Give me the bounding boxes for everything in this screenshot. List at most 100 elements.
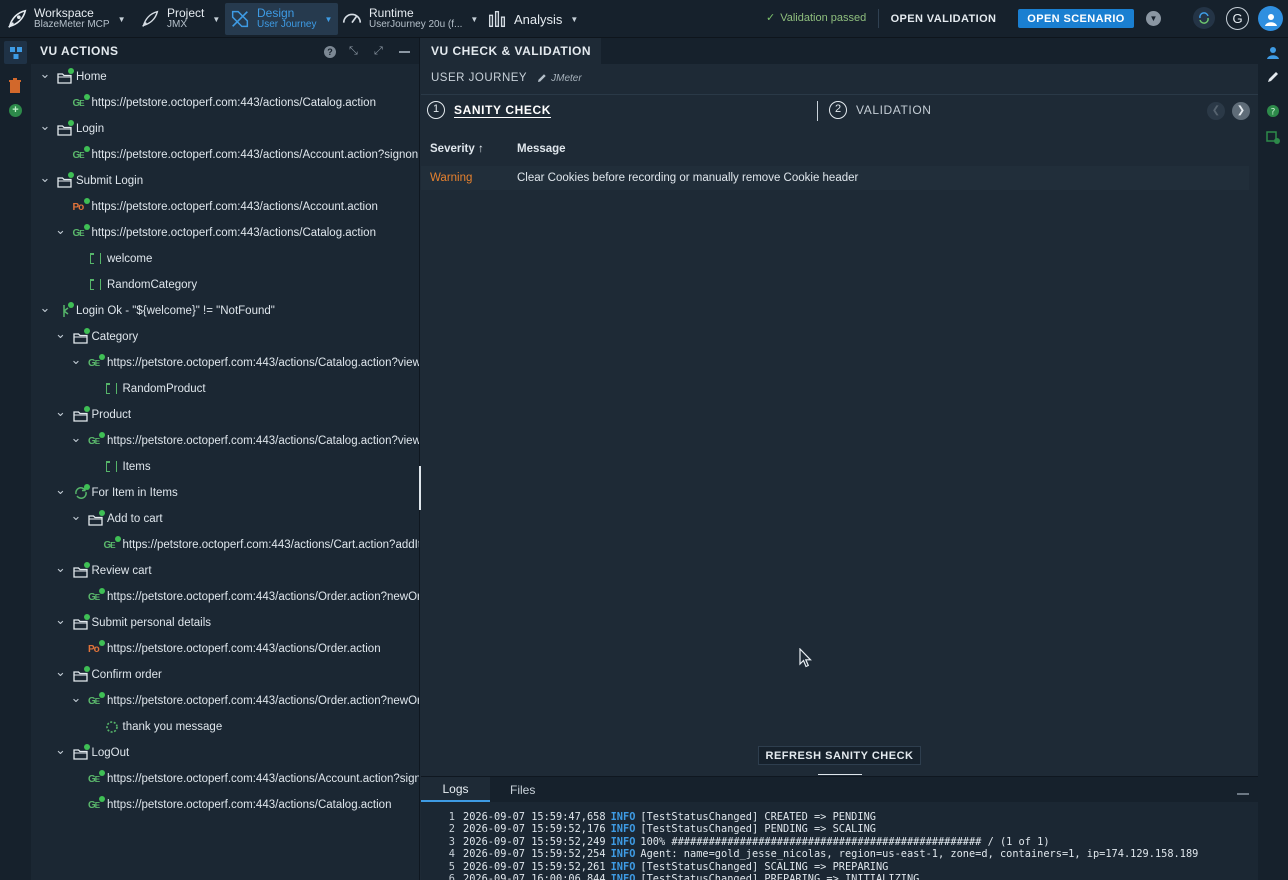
chevron-down-icon[interactable]: ⌄ <box>55 743 67 756</box>
pencil-icon[interactable] <box>1266 70 1280 84</box>
sync-status-icon[interactable] <box>1193 7 1215 29</box>
chevron-down-icon[interactable]: ⌄ <box>70 431 82 444</box>
chevron-down-icon[interactable]: ⌄ <box>39 301 51 314</box>
svg-text:?: ? <box>1271 108 1276 118</box>
table-row[interactable]: Warning Clear Cookies before recording o… <box>421 166 1249 190</box>
left-rail: + <box>0 38 31 880</box>
tree-item[interactable]: ⌄ LogOut <box>55 742 129 764</box>
add-icon[interactable]: + <box>9 104 22 117</box>
tab-files[interactable]: Files <box>498 777 547 802</box>
tree-item[interactable]: ⌄ Review cart <box>55 560 152 582</box>
log-timestamp: 2026-09-07 15:59:52,261 <box>463 860 606 873</box>
library-icon[interactable] <box>1266 130 1280 144</box>
get-request-icon: GE <box>88 432 105 449</box>
step-sanity-check[interactable]: 1 SANITY CHECK <box>427 101 551 119</box>
chevron-down-icon[interactable]: ⌄ <box>39 67 51 80</box>
tree-item[interactable]: GE https://petstore.octoperf.com:443/acti… <box>55 144 419 166</box>
tree-item[interactable]: Items <box>86 456 151 478</box>
tree-item[interactable]: ⌄ Login <box>39 118 104 140</box>
user-settings-icon[interactable] <box>1266 45 1280 59</box>
pencil-icon[interactable] <box>537 73 547 83</box>
tree-item[interactable]: ⌄ Submit Login <box>39 170 143 192</box>
help-icon[interactable]: ? <box>1266 104 1280 118</box>
analysis-selector[interactable]: Analysis ▼ <box>486 3 578 35</box>
next-step-button[interactable]: ❯ <box>1232 102 1250 120</box>
runtime-selector[interactable]: Runtime UserJourney 20u (f... ▼ <box>341 3 478 35</box>
expand-icon[interactable]: ⤢ <box>374 45 383 58</box>
tree-item[interactable]: ⌄ Submit personal details <box>55 612 211 634</box>
more-menu-icon[interactable]: ▼ <box>1146 11 1161 26</box>
log-level: INFO <box>610 848 636 861</box>
tree-item[interactable]: GE https://petstore.octoperf.com:443/acti… <box>55 92 376 114</box>
tree-item[interactable]: ⌄ Home <box>39 66 107 88</box>
design-selector[interactable]: Design User Journey ▼ <box>225 3 339 35</box>
tree-item[interactable]: RandomProduct <box>86 378 206 400</box>
step-validation[interactable]: 2 VALIDATION <box>829 101 932 119</box>
step-label: SANITY CHECK <box>454 103 551 117</box>
tree-item[interactable]: ⌄ Confirm order <box>55 664 162 686</box>
chevron-down-icon[interactable]: ⌄ <box>70 509 82 522</box>
open-scenario-button[interactable]: OPEN SCENARIO <box>1018 9 1134 28</box>
runtime-label: Runtime <box>369 6 414 20</box>
tree-item[interactable]: thank you message <box>86 716 222 738</box>
tree-item[interactable]: ⌄ Product <box>55 404 131 426</box>
avatar[interactable] <box>1258 6 1283 31</box>
tree-item-label: Submit Login <box>76 175 144 187</box>
trash-icon[interactable] <box>8 78 22 94</box>
tree-item[interactable]: GE https://petstore.octoperf.com:443/acti… <box>70 794 391 816</box>
tree-item[interactable]: ⌄ For Item in Items <box>55 482 178 504</box>
chevron-down-icon[interactable]: ⌄ <box>39 119 51 132</box>
mouse-cursor-icon <box>799 648 812 668</box>
tree-item[interactable]: welcome <box>70 248 152 270</box>
resize-grip[interactable] <box>818 774 862 775</box>
logs-panel: Logs Files 1 2026-09-07 15:59:47,658 INFO [… <box>421 776 1258 880</box>
chevron-down-icon[interactable]: ⌄ <box>55 327 67 340</box>
log-line: 4 2026-09-07 15:59:52,254 INFO Agent: name=… <box>421 848 1199 861</box>
tree-item[interactable]: Po https://petstore.octoperf.com:443/acti… <box>70 638 381 660</box>
tree-item[interactable]: RandomCategory <box>70 274 197 296</box>
log-line: 5 2026-09-07 15:59:52,261 INFO [TestStatusC… <box>421 861 1198 873</box>
tree-item[interactable]: GE https://petstore.octoperf.com:443/acti… <box>70 586 419 608</box>
chevron-down-icon[interactable]: ⌄ <box>70 691 82 704</box>
chevron-down-icon[interactable]: ⌄ <box>39 171 51 184</box>
tree-item[interactable]: ⌄ GE https://petstore.octoperf.com:443/act… <box>70 352 419 374</box>
help-icon[interactable]: ? <box>324 46 336 58</box>
column-severity[interactable]: Severity ↑ <box>430 143 484 155</box>
google-account-icon[interactable]: G <box>1226 7 1249 30</box>
column-message[interactable]: Message <box>517 143 566 155</box>
chevron-down-icon[interactable]: ⌄ <box>55 665 67 678</box>
collapse-all-icon[interactable]: ⤡ <box>349 45 358 58</box>
open-validation-button[interactable]: OPEN VALIDATION <box>878 9 1008 28</box>
minimize-icon[interactable] <box>399 51 410 53</box>
tab-logs[interactable]: Logs <box>421 777 490 802</box>
tree-item[interactable]: GE https://petstore.octoperf.com:443/acti… <box>86 534 419 556</box>
tab-vu-check-validation[interactable]: VU CHECK & VALIDATION <box>421 38 602 64</box>
chevron-down-icon[interactable]: ⌄ <box>55 483 67 496</box>
get-request-icon: GE <box>88 692 105 709</box>
log-timestamp: 2026-09-07 15:59:52,249 <box>463 835 606 848</box>
refresh-sanity-check-button[interactable]: REFRESH SANITY CHECK <box>758 746 921 765</box>
folder-icon <box>57 120 74 137</box>
tree-item[interactable]: ⌄ Category <box>55 326 138 348</box>
chevron-down-icon[interactable]: ⌄ <box>70 353 82 366</box>
tree-item[interactable]: ⌄ Add to cart <box>70 508 163 530</box>
tree-item[interactable]: ⌄ GE https://petstore.octoperf.com:443/act… <box>70 690 419 712</box>
previous-step-button[interactable]: ❮ <box>1207 102 1225 120</box>
chevron-down-icon[interactable]: ⌄ <box>55 405 67 418</box>
project-selector[interactable]: Project JMX ▼ <box>139 3 220 35</box>
vu-actions-icon[interactable] <box>4 41 27 64</box>
tree-item[interactable]: GE https://petstore.octoperf.com:443/acti… <box>70 768 419 790</box>
divider <box>421 94 1258 95</box>
analysis-label: Analysis <box>514 11 563 27</box>
minimize-icon[interactable] <box>1237 793 1249 795</box>
chevron-down-icon[interactable]: ⌄ <box>55 223 67 236</box>
tree-item[interactable]: Po https://petstore.octoperf.com:443/acti… <box>55 196 378 218</box>
chevron-down-icon[interactable]: ⌄ <box>55 561 67 574</box>
tree-item-label: https://petstore.octoperf.com:443/action… <box>91 97 376 109</box>
tree-item[interactable]: ⌄ GE https://petstore.octoperf.com:443/act… <box>70 430 419 452</box>
log-message: [TestStatusChanged] PENDING => SCALING <box>640 823 876 836</box>
chevron-down-icon[interactable]: ⌄ <box>55 613 67 626</box>
tree-item[interactable]: ⌄ Login Ok - "${welcome}" != "NotFound" <box>39 300 275 322</box>
workspace-selector[interactable]: Workspace BlazeMeter MCP ▼ <box>6 3 126 35</box>
tree-item[interactable]: ⌄ GE https://petstore.octoperf.com:443/act… <box>55 222 376 244</box>
